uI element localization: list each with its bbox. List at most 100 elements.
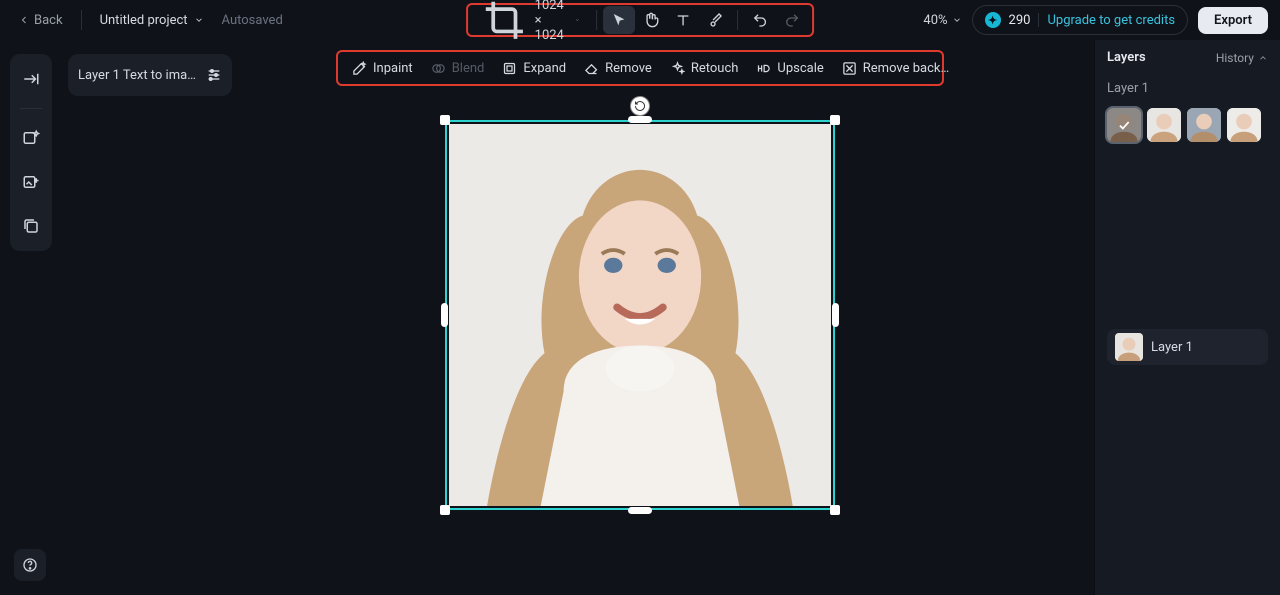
chevron-left-icon — [18, 14, 30, 26]
canvas-selection[interactable] — [445, 120, 835, 510]
wand-icon — [352, 61, 367, 76]
resize-handle-top[interactable] — [628, 116, 652, 123]
panel-right-icon — [22, 70, 40, 88]
separator — [1038, 13, 1039, 27]
background-remove-icon — [842, 61, 857, 76]
credits-count: 290 — [1009, 13, 1031, 28]
resize-handle-tr[interactable] — [830, 115, 840, 125]
hd-icon — [756, 61, 771, 76]
chevron-up-icon — [1258, 53, 1268, 63]
check-icon — [1117, 118, 1131, 132]
remove-background-action[interactable]: Remove back… — [842, 61, 949, 76]
rotate-icon — [634, 100, 646, 112]
remove-background-label: Remove back… — [863, 61, 949, 76]
variation-thumb-2[interactable] — [1147, 108, 1181, 142]
resize-handle-bl[interactable] — [440, 505, 450, 515]
autosaved-indicator: Autosaved — [222, 13, 283, 28]
inpaint-action[interactable]: Inpaint — [352, 61, 413, 76]
active-layer-chip[interactable]: Layer 1 Text to ima… — [68, 54, 232, 96]
ai-action-bar: Inpaint Blend Expand Remove Retouch Upsc… — [336, 50, 944, 86]
upscale-label: Upscale — [777, 61, 823, 76]
brush-icon — [707, 12, 723, 28]
active-layer-label: Layer 1 Text to ima… — [78, 68, 198, 83]
separator — [596, 10, 597, 30]
redo-button — [776, 6, 808, 34]
variation-thumb-4[interactable] — [1227, 108, 1261, 142]
zoom-dropdown[interactable]: 40% — [923, 13, 961, 28]
resize-handle-right[interactable] — [832, 303, 839, 327]
back-button[interactable]: Back — [12, 9, 69, 32]
undo-button[interactable] — [744, 6, 776, 34]
credits-icon: ✦ — [985, 12, 1001, 28]
separator — [20, 108, 42, 109]
expand-label: Expand — [523, 61, 566, 76]
variation-thumbnails — [1107, 108, 1268, 142]
image-plus-icon — [22, 173, 40, 191]
blend-icon — [431, 61, 446, 76]
expand-icon — [502, 61, 517, 76]
selected-check — [1107, 108, 1141, 142]
selection-outline — [445, 120, 835, 510]
hand-icon — [643, 12, 659, 28]
image-import-tool[interactable] — [16, 167, 46, 197]
back-label: Back — [34, 13, 63, 28]
retouch-action[interactable]: Retouch — [670, 61, 739, 76]
project-name-dropdown[interactable]: Untitled project — [94, 9, 210, 32]
text-icon — [675, 12, 691, 28]
layers-tool[interactable] — [16, 211, 46, 241]
canvas-toolbar: 1024 × 1024 — [466, 3, 814, 37]
rotate-handle[interactable] — [630, 96, 650, 116]
upscale-action[interactable]: Upscale — [756, 61, 823, 76]
help-icon — [22, 557, 38, 573]
zoom-value: 40% — [923, 13, 947, 28]
resize-handle-tl[interactable] — [440, 115, 450, 125]
credits-pill: ✦ 290 Upgrade to get credits — [972, 5, 1189, 35]
chevron-down-icon — [194, 15, 204, 25]
remove-label: Remove — [605, 61, 652, 76]
select-tool[interactable] — [603, 6, 635, 34]
cursor-icon — [611, 12, 627, 28]
canvas-size-dropdown[interactable]: 1024 × 1024 — [472, 5, 590, 35]
image-sparkle-icon — [22, 129, 40, 147]
chevron-down-icon — [952, 15, 962, 25]
crop-icon — [482, 0, 527, 42]
image-generate-tool[interactable] — [16, 123, 46, 153]
canvas-size-text: 1024 × 1024 — [535, 0, 568, 43]
sliders-icon — [206, 67, 222, 83]
text-tool[interactable] — [667, 6, 699, 34]
redo-icon — [784, 12, 800, 28]
project-name-text: Untitled project — [100, 13, 188, 28]
eraser-icon — [584, 61, 599, 76]
chevron-down-icon — [575, 15, 580, 25]
right-panel: Layers History Layer 1 — [1094, 40, 1280, 595]
collapse-rail-button[interactable] — [16, 64, 46, 94]
brush-tool[interactable] — [699, 6, 731, 34]
stack-icon — [22, 217, 40, 235]
layer-row-1[interactable]: Layer 1 — [1107, 329, 1268, 365]
separator — [737, 10, 738, 30]
separator — [81, 10, 82, 30]
layer-row-thumb — [1115, 333, 1143, 361]
left-tool-rail — [10, 54, 52, 251]
resize-handle-br[interactable] — [830, 505, 840, 515]
variation-thumb-3[interactable] — [1187, 108, 1221, 142]
undo-icon — [752, 12, 768, 28]
tab-layers[interactable]: Layers — [1107, 50, 1146, 65]
tab-history-label: History — [1216, 51, 1254, 65]
blend-action: Blend — [431, 61, 485, 76]
help-button[interactable] — [14, 549, 46, 581]
remove-action[interactable]: Remove — [584, 61, 652, 76]
export-button[interactable]: Export — [1198, 7, 1268, 34]
resize-handle-left[interactable] — [441, 303, 448, 327]
blend-label: Blend — [452, 61, 485, 76]
upgrade-link[interactable]: Upgrade to get credits — [1047, 13, 1175, 28]
tab-history[interactable]: History — [1216, 51, 1268, 65]
sparkles-icon — [670, 61, 685, 76]
expand-action[interactable]: Expand — [502, 61, 566, 76]
resize-handle-bottom[interactable] — [628, 507, 652, 514]
hand-tool[interactable] — [635, 6, 667, 34]
inpaint-label: Inpaint — [373, 61, 413, 76]
layer-row-label: Layer 1 — [1151, 340, 1193, 355]
layer-group-title: Layer 1 — [1107, 81, 1268, 96]
variation-thumb-1[interactable] — [1107, 108, 1141, 142]
